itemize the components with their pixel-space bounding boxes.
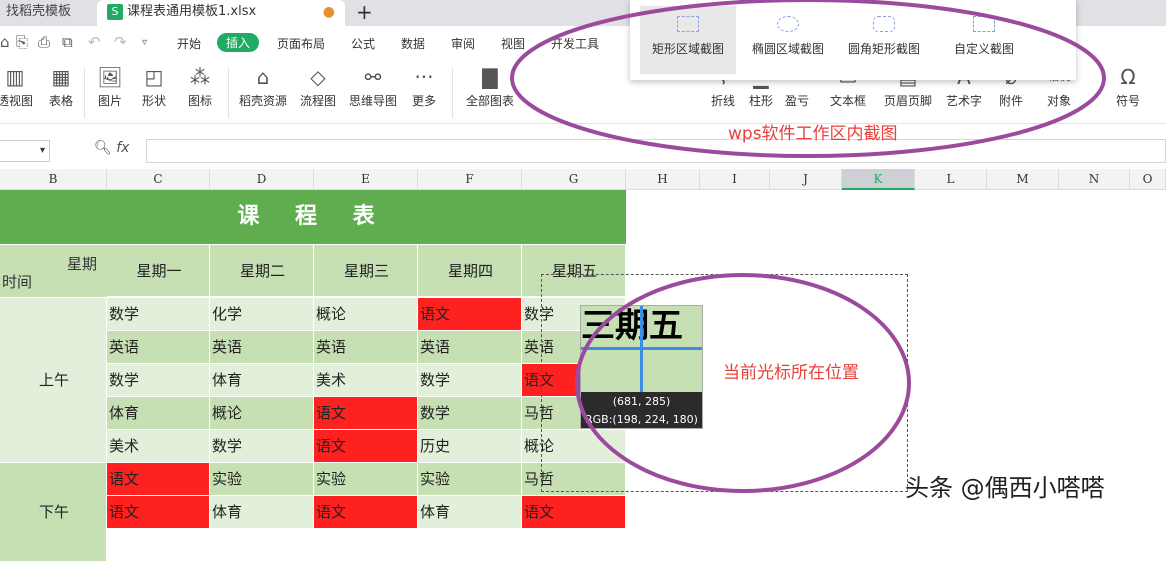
annotation-ellipses [510,0,1106,493]
watermark: 头条 @偶西小嗒嗒 [905,474,1105,502]
cursor-annotation: 当前光标所在位置 [723,363,859,383]
cursor-ellipse [575,273,911,493]
toolbar-annotation: wps软件工作区内截图 [728,124,898,144]
